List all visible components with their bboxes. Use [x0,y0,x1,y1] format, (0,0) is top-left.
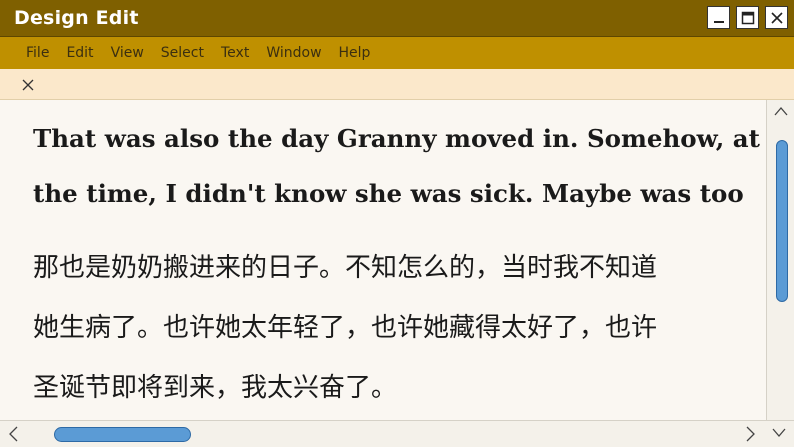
chinese-line: 圣诞节即将到来，我太兴奋了。 [33,373,398,403]
menu-edit[interactable]: Edit [66,45,93,61]
menu-bar: File Edit View Select Text Window Help [0,37,794,69]
minimize-button[interactable] [707,6,730,29]
tab-bar [0,69,794,100]
menu-window[interactable]: Window [266,45,321,61]
english-paragraph: That was also the day Granny moved in. S… [33,111,766,221]
document-area[interactable]: That was also the day Granny moved in. S… [0,100,766,420]
scroll-down-icon[interactable] [772,428,786,438]
title-bar: Design Edit [0,0,794,37]
scroll-right-icon[interactable] [746,426,756,442]
window-controls [707,6,788,29]
maximize-icon [741,11,754,24]
chinese-line: 那也是奶奶搬进来的日子。不知怎么的，当时我不知道 [33,253,658,283]
menu-text[interactable]: Text [221,45,249,61]
maximize-button[interactable] [736,6,759,29]
menu-file[interactable]: File [26,45,49,61]
horizontal-scrollbar[interactable] [0,420,794,447]
chinese-line: 她生病了。也许她太年轻了，也许她藏得太好了，也许 [33,313,658,343]
chinese-paragraph: 那也是奶奶搬进来的日子。不知怎么的，当时我不知道 她生病了。也许她太年轻了，也许… [33,238,753,418]
close-icon [770,11,783,24]
horizontal-scroll-thumb[interactable] [54,427,191,442]
tab-close-icon[interactable] [20,77,36,93]
vertical-scrollbar[interactable] [766,100,794,420]
vertical-scroll-thumb[interactable] [776,140,788,302]
scroll-left-icon[interactable] [8,426,18,442]
window-title: Design Edit [14,7,139,29]
english-line: the time, I didn't know she was sick. Ma… [33,179,744,208]
menu-help[interactable]: Help [339,45,371,61]
menu-select[interactable]: Select [161,45,204,61]
minimize-icon [713,20,724,23]
menu-view[interactable]: View [111,45,144,61]
close-button[interactable] [765,6,788,29]
scroll-up-icon[interactable] [774,106,788,116]
english-line: That was also the day Granny moved in. S… [33,124,760,153]
